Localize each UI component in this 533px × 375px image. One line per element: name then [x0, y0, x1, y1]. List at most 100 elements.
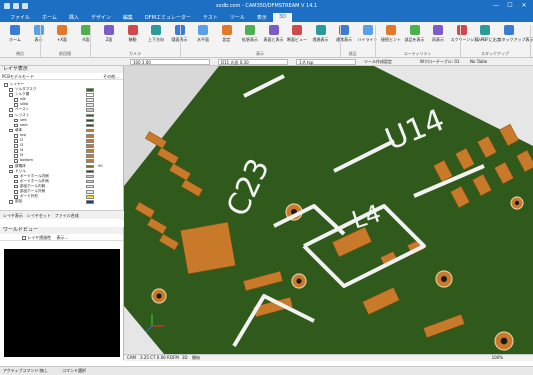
layer-color-swatch[interactable]	[86, 139, 94, 143]
layer-color-swatch[interactable]	[86, 184, 94, 189]
layer-visibility-checkbox[interactable]	[14, 98, 18, 102]
layer-color-swatch[interactable]	[86, 179, 94, 184]
layer-color-swatch[interactable]	[86, 164, 94, 169]
layer-transparency-checkbox[interactable]	[22, 236, 26, 240]
layer-visibility-checkbox[interactable]	[14, 133, 18, 138]
status-bar: アクティブコマンド: 無し コマンド選択	[0, 366, 533, 375]
layer-visibility-checkbox[interactable]	[14, 179, 18, 184]
layer-color-swatch[interactable]	[86, 113, 94, 118]
layer-visibility-checkbox[interactable]	[14, 154, 18, 158]
ribbon-button[interactable]: 水平面	[192, 24, 214, 50]
layer-color-swatch[interactable]	[86, 98, 94, 102]
layer-color-swatch[interactable]	[86, 154, 94, 158]
ribbon-button[interactable]: -X面	[75, 24, 97, 50]
ribbon-button[interactable]: 表示	[28, 24, 50, 50]
layer-visibility-checkbox[interactable]	[14, 174, 18, 179]
layer-visibility-checkbox[interactable]	[9, 113, 13, 118]
layer-visibility-checkbox[interactable]	[14, 159, 18, 163]
layer-visibility-checkbox[interactable]	[9, 88, 13, 92]
view-select[interactable]: 100 3.00	[130, 59, 210, 65]
layer-color-swatch[interactable]	[86, 144, 94, 148]
ribbon-button-icon	[80, 25, 91, 35]
close-button[interactable]: ✕	[517, 1, 531, 11]
cam-tab[interactable]: CAM	[127, 355, 136, 361]
layer-visibility-checkbox[interactable]	[14, 144, 18, 148]
ribbon-button[interactable]: +X面	[51, 24, 73, 50]
layer-visibility-checkbox[interactable]	[14, 149, 18, 153]
ribbon-tab[interactable]: ツール	[224, 13, 251, 22]
layer-color-swatch[interactable]	[86, 118, 94, 123]
layer-color-swatch[interactable]	[86, 88, 94, 92]
dfm-tab[interactable]: DFM	[170, 355, 179, 361]
layer-visibility-checkbox[interactable]	[4, 83, 8, 87]
ribbon-tab[interactable]: 3D	[272, 13, 292, 22]
ribbon-button[interactable]: 部品を表示	[404, 24, 426, 50]
ribbon-tab[interactable]: テスト	[197, 13, 224, 22]
layer-visibility-checkbox[interactable]	[9, 169, 13, 174]
ribbon-tab[interactable]: DFMエミュレーター	[139, 13, 197, 22]
status-active-command-value: 無し	[40, 368, 48, 373]
layer-visibility-checkbox[interactable]	[9, 108, 13, 113]
layer-visibility-checkbox[interactable]	[14, 118, 18, 123]
layer-select[interactable]: 1:A top	[296, 59, 356, 65]
layer-color-swatch[interactable]	[86, 189, 94, 194]
layer-visibility-checkbox[interactable]	[9, 93, 13, 97]
ribbon-button[interactable]: 断面ビュー	[286, 24, 308, 50]
ribbon-button[interactable]: Z面	[98, 24, 120, 50]
ribbon-tab[interactable]: ファイル	[4, 13, 36, 22]
layer-color-swatch[interactable]	[86, 195, 94, 199]
maximize-button[interactable]: ☐	[503, 1, 517, 11]
ribbon-button[interactable]: 透過表示	[310, 24, 332, 50]
layer-color-swatch[interactable]	[86, 93, 94, 97]
ribbon-button[interactable]: 上下方向	[145, 24, 167, 50]
model-mode-select[interactable]: PCBモデルモード	[2, 74, 34, 79]
layer-color-swatch[interactable]	[86, 200, 94, 204]
ribbon-button[interactable]: 通常表示	[333, 24, 355, 50]
minimize-button[interactable]: —	[489, 1, 503, 11]
world-view-canvas[interactable]	[4, 249, 120, 357]
net-value: No Table	[470, 59, 488, 64]
ribbon-tab[interactable]: 編集	[117, 13, 139, 22]
layer-color-swatch[interactable]	[86, 108, 94, 113]
layer-visibility-checkbox[interactable]	[14, 123, 18, 128]
ribbon-tab[interactable]: 挿入	[63, 13, 85, 22]
ribbon-button[interactable]: 3D PDFに出力	[474, 24, 501, 50]
ribbon-button[interactable]: 再表示	[427, 24, 449, 50]
layer-visibility-checkbox[interactable]	[14, 189, 18, 194]
layer-color-swatch[interactable]	[86, 169, 94, 174]
layer-color-swatch[interactable]	[86, 133, 94, 138]
ribbon-button[interactable]: 表面と表示	[263, 24, 285, 50]
3d-tab[interactable]: 3D	[182, 355, 188, 361]
open-button[interactable]: 開始	[192, 355, 200, 361]
ribbon-tab[interactable]: 表示	[251, 13, 273, 22]
ribbon-button[interactable]: スクリーンショット	[451, 24, 486, 50]
ribbon-button[interactable]: 拡張表示	[239, 24, 261, 50]
layer-color-swatch[interactable]	[86, 159, 94, 163]
layer-color-swatch[interactable]	[86, 123, 94, 128]
ribbon-button[interactable]: スタックアップ表示ツール	[498, 24, 533, 50]
ribbon-button[interactable]: ホーム	[4, 24, 26, 50]
layer-color-swatch[interactable]	[86, 174, 94, 179]
layer-color-swatch[interactable]	[86, 128, 94, 133]
pcb-3d-canvas[interactable]: U14 C23 L4	[124, 66, 533, 354]
more-options[interactable]: その他...	[103, 73, 119, 80]
display-menu[interactable]: 表示...	[56, 235, 68, 240]
ribbon-button[interactable]: 設定	[216, 24, 238, 50]
layer-visibility-checkbox[interactable]	[14, 139, 18, 143]
layer-color-swatch[interactable]	[86, 103, 94, 107]
layer-visibility-checkbox[interactable]	[9, 164, 13, 169]
layer-visibility-checkbox[interactable]	[9, 128, 13, 133]
ribbon-button[interactable]: 接続ヒント	[380, 24, 402, 50]
layer-panel-tab[interactable]: レイヤセット	[27, 211, 51, 219]
tool-select[interactable]: D11 丸形 0.30	[218, 59, 288, 65]
layer-visibility-checkbox[interactable]	[9, 200, 13, 204]
layer-visibility-checkbox[interactable]	[14, 184, 18, 189]
layer-panel-tab[interactable]: ファイル合成	[55, 211, 79, 219]
ribbon-button[interactable]: 移動	[122, 24, 144, 50]
status-active-command-label: アクティブコマンド:	[3, 368, 40, 373]
layer-color-swatch[interactable]	[86, 149, 94, 153]
ribbon-tab[interactable]: ホーム	[36, 13, 63, 22]
ribbon-tab[interactable]: デザイン	[85, 13, 117, 22]
layer-panel-tab[interactable]: レイヤ表示	[3, 211, 23, 219]
layer-row[interactable]: 部品	[4, 199, 122, 204]
